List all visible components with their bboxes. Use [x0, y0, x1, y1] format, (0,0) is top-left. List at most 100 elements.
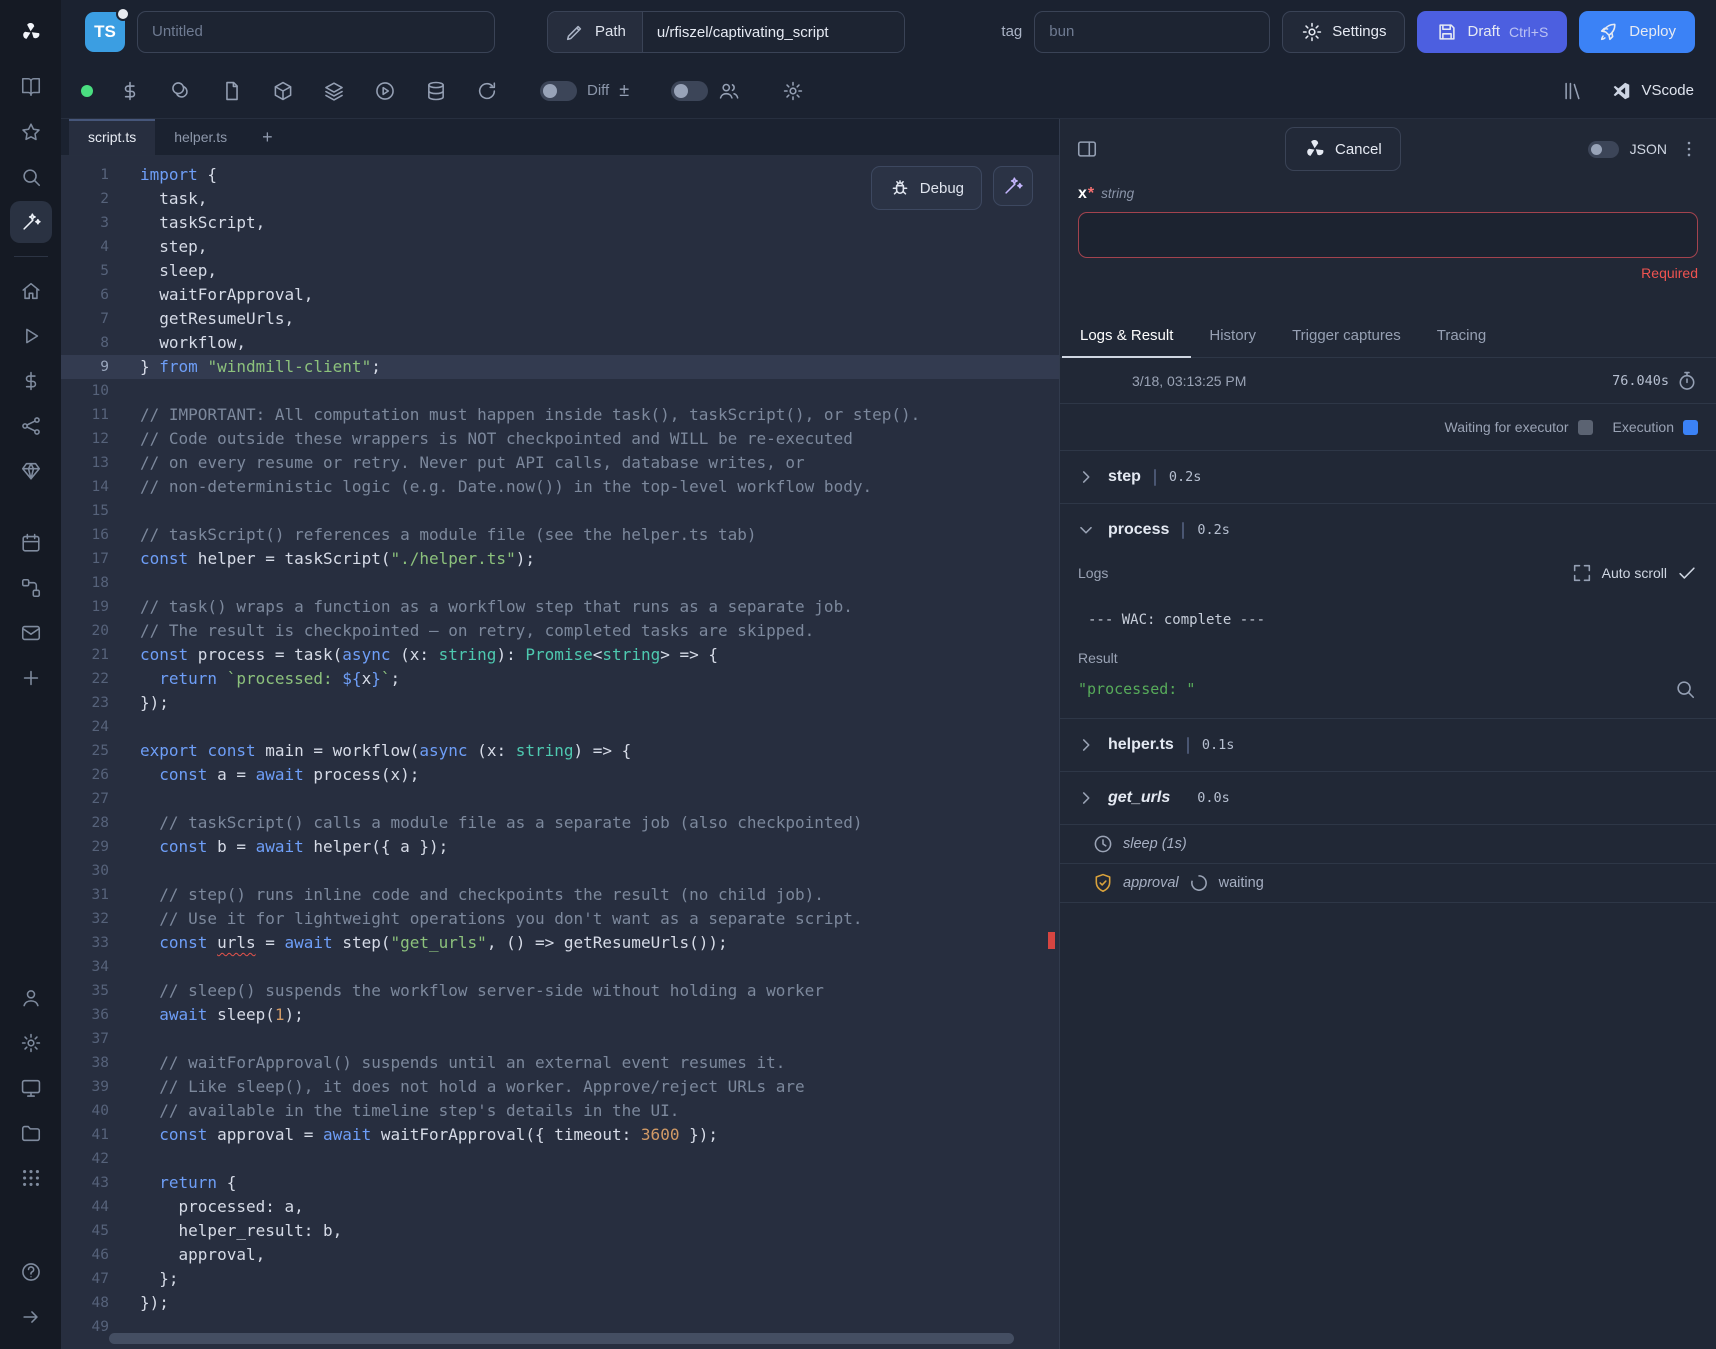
sidebar-item-help[interactable]	[10, 1251, 52, 1293]
panel-tab-trigger-captures[interactable]: Trigger captures	[1274, 315, 1419, 357]
diff-icon[interactable]: ±	[619, 80, 629, 101]
trigger-icon[interactable]	[374, 80, 396, 102]
tab-helper-ts[interactable]: helper.ts	[155, 119, 246, 155]
code-line-7[interactable]: 7 getResumeUrls,	[61, 307, 1059, 331]
code-line-20[interactable]: 20// The result is checkpointed — on ret…	[61, 619, 1059, 643]
timeline-substep-approval[interactable]: approval waiting	[1060, 863, 1716, 902]
code-line-9[interactable]: 9} from "windmill-client";	[61, 355, 1059, 379]
sidebar-item-runs[interactable]	[10, 315, 52, 357]
code-line-24[interactable]: 24	[61, 715, 1059, 739]
variables-icon[interactable]	[119, 80, 141, 102]
code-line-15[interactable]: 15	[61, 499, 1059, 523]
code-line-40[interactable]: 40 // available in the timeline step's d…	[61, 1099, 1059, 1123]
code-line-21[interactable]: 21const process = task(async (x: string)…	[61, 643, 1059, 667]
tag-input[interactable]	[1034, 11, 1270, 53]
settings-button[interactable]: Settings	[1282, 11, 1405, 53]
arg-x-input[interactable]	[1078, 212, 1698, 258]
code-line-8[interactable]: 8 workflow,	[61, 331, 1059, 355]
code-line-45[interactable]: 45 helper_result: b,	[61, 1219, 1059, 1243]
code-line-12[interactable]: 12// Code outside these wrappers is NOT …	[61, 427, 1059, 451]
code-line-28[interactable]: 28 // taskScript() calls a module file a…	[61, 811, 1059, 835]
code-line-6[interactable]: 6 waitForApproval,	[61, 283, 1059, 307]
code-line-41[interactable]: 41 const approval = await waitForApprova…	[61, 1123, 1059, 1147]
code-line-46[interactable]: 46 approval,	[61, 1243, 1059, 1267]
sidebar-item-workers[interactable]	[10, 1067, 52, 1109]
sidebar-item-apps[interactable]	[10, 1157, 52, 1199]
code-line-33[interactable]: 33 const urls = await step("get_urls", (…	[61, 931, 1059, 955]
code-line-37[interactable]: 37	[61, 1027, 1059, 1051]
check-icon[interactable]	[1676, 562, 1698, 584]
cancel-button[interactable]: Cancel	[1285, 127, 1401, 171]
code-line-5[interactable]: 5 sleep,	[61, 259, 1059, 283]
sidebar-item-resources[interactable]	[10, 405, 52, 447]
expand-icon[interactable]	[1571, 562, 1593, 584]
collaborators-icon[interactable]	[718, 80, 740, 102]
timeline-row-process[interactable]: process 0.2s	[1060, 503, 1716, 556]
ai-wand-button[interactable]	[993, 166, 1033, 206]
deploy-button[interactable]: Deploy	[1579, 11, 1695, 53]
code-line-47[interactable]: 47 };	[61, 1267, 1059, 1291]
windmill-logo-icon[interactable]	[0, 0, 61, 63]
code-line-39[interactable]: 39 // Like sleep(), it does not hold a w…	[61, 1075, 1059, 1099]
panel-tab-history[interactable]: History	[1191, 315, 1274, 357]
sidebar-item-folders[interactable]	[10, 1112, 52, 1154]
code-line-44[interactable]: 44 processed: a,	[61, 1195, 1059, 1219]
json-toggle[interactable]	[1588, 141, 1619, 158]
code-line-3[interactable]: 3 taskScript,	[61, 211, 1059, 235]
code-line-42[interactable]: 42	[61, 1147, 1059, 1171]
code-line-26[interactable]: 26 const a = await process(x);	[61, 763, 1059, 787]
code-line-27[interactable]: 27	[61, 787, 1059, 811]
horizontal-scrollbar[interactable]	[109, 1333, 1014, 1344]
code-line-22[interactable]: 22 return `processed: ${x}`;	[61, 667, 1059, 691]
code-line-25[interactable]: 25export const main = workflow(async (x:…	[61, 739, 1059, 763]
dependencies-icon[interactable]	[323, 80, 345, 102]
path-button[interactable]: Path	[548, 12, 642, 52]
sidebar-item-collapse[interactable]	[10, 1296, 52, 1338]
code-line-14[interactable]: 14// non-deterministic logic (e.g. Date.…	[61, 475, 1059, 499]
database-icon[interactable]	[425, 80, 447, 102]
sidebar-item-notifications[interactable]	[10, 612, 52, 654]
add-tab-button[interactable]: +	[246, 119, 289, 155]
sidebar-item-assets[interactable]	[10, 450, 52, 492]
code-line-23[interactable]: 23});	[61, 691, 1059, 715]
code-line-29[interactable]: 29 const b = await helper({ a });	[61, 835, 1059, 859]
search-result-icon[interactable]	[1674, 678, 1696, 700]
panel-tab-tracing[interactable]: Tracing	[1419, 315, 1504, 357]
editor-settings-icon[interactable]	[782, 80, 804, 102]
panel-tab-logs-result[interactable]: Logs & Result	[1062, 315, 1191, 358]
code-line-31[interactable]: 31 // step() runs inline code and checkp…	[61, 883, 1059, 907]
debug-button[interactable]: Debug	[871, 166, 982, 210]
code-line-10[interactable]: 10	[61, 379, 1059, 403]
sidebar-item-docs[interactable]	[10, 66, 52, 108]
path-input[interactable]	[642, 12, 904, 53]
script-name-input[interactable]	[137, 11, 495, 53]
collab-toggle[interactable]	[671, 81, 708, 101]
sidebar-item-variables[interactable]	[10, 360, 52, 402]
code-line-18[interactable]: 18	[61, 571, 1059, 595]
draft-button[interactable]: Draft Ctrl+S	[1417, 11, 1567, 53]
sidebar-item-workflows[interactable]	[10, 567, 52, 609]
code-line-43[interactable]: 43 return {	[61, 1171, 1059, 1195]
package-icon[interactable]	[272, 80, 294, 102]
sidebar-item-favorites[interactable]	[10, 111, 52, 153]
code-line-30[interactable]: 30	[61, 859, 1059, 883]
kebab-menu-icon[interactable]	[1678, 138, 1700, 160]
sidebar-item-settings[interactable]	[10, 1022, 52, 1064]
sidebar-item-account[interactable]	[10, 977, 52, 1019]
script-metadata-icon[interactable]	[221, 80, 243, 102]
panel-toggle-icon[interactable]	[1076, 138, 1098, 160]
code-editor[interactable]: 1import {2 task,3 taskScript,4 step,5 sl…	[61, 156, 1059, 1349]
tab-script-ts[interactable]: script.ts	[69, 119, 155, 155]
code-line-4[interactable]: 4 step,	[61, 235, 1059, 259]
sidebar-item-schedules[interactable]	[10, 522, 52, 564]
library-icon[interactable]	[1562, 80, 1584, 102]
code-line-17[interactable]: 17const helper = taskScript("./helper.ts…	[61, 547, 1059, 571]
code-line-32[interactable]: 32 // Use it for lightweight operations …	[61, 907, 1059, 931]
diff-toggle[interactable]	[540, 81, 577, 101]
sidebar-item-search[interactable]	[10, 156, 52, 198]
code-line-16[interactable]: 16// taskScript() references a module fi…	[61, 523, 1059, 547]
code-line-38[interactable]: 38 // waitForApproval() suspends until a…	[61, 1051, 1059, 1075]
code-line-36[interactable]: 36 await sleep(1);	[61, 1003, 1059, 1027]
code-line-34[interactable]: 34	[61, 955, 1059, 979]
reload-icon[interactable]	[476, 80, 498, 102]
